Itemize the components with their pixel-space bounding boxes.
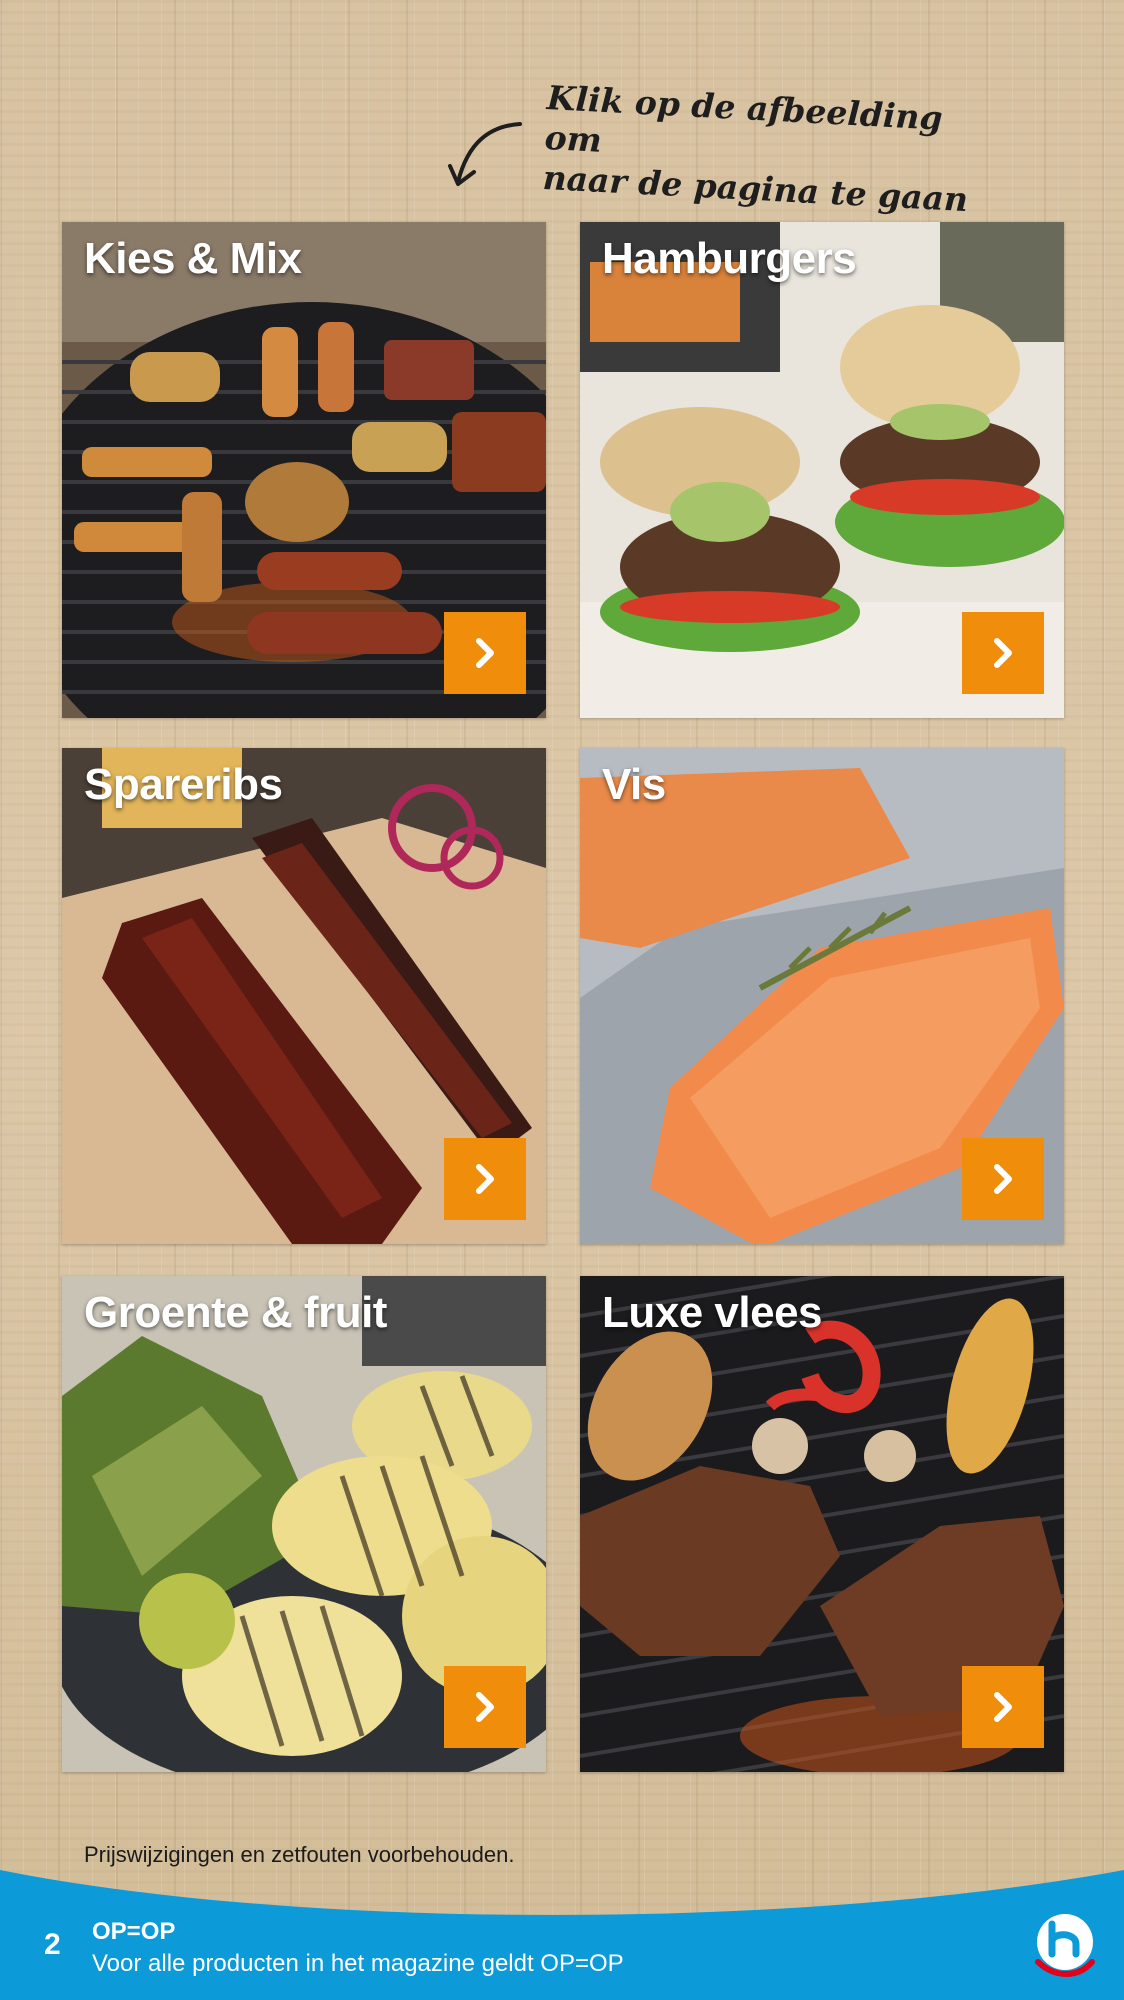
tile-label: Hamburgers <box>602 234 857 283</box>
chevron-right-icon <box>994 638 1012 668</box>
go-button[interactable] <box>962 1666 1044 1748</box>
tile-label: Groente & fruit <box>84 1288 387 1337</box>
tile-vis[interactable]: Vis <box>580 748 1064 1244</box>
tile-label: Kies & Mix <box>84 234 302 283</box>
page-number: 2 <box>44 1928 61 1961</box>
tile-kies-mix[interactable]: Kies & Mix <box>62 222 546 718</box>
tile-label: Luxe vlees <box>602 1288 823 1337</box>
go-button[interactable] <box>444 1666 526 1748</box>
tile-groente-fruit[interactable]: Groente & fruit <box>62 1276 546 1772</box>
go-button[interactable] <box>444 612 526 694</box>
brand-logo-icon <box>1035 1914 1095 1977</box>
chevron-right-icon <box>476 1164 494 1194</box>
tile-spareribs[interactable]: Spareribs <box>62 748 546 1244</box>
instruction-text: Klik op de afbeelding om naar de pagina … <box>542 78 1008 222</box>
chevron-right-icon <box>994 1164 1012 1194</box>
chevron-right-icon <box>994 1692 1012 1722</box>
curved-arrow-icon <box>448 122 522 186</box>
go-button[interactable] <box>962 1138 1044 1220</box>
chevron-right-icon <box>476 1692 494 1722</box>
tile-label: Vis <box>602 760 666 809</box>
go-button[interactable] <box>962 612 1044 694</box>
go-button[interactable] <box>444 1138 526 1220</box>
tile-label: Spareribs <box>84 760 283 809</box>
chevron-right-icon <box>476 638 494 668</box>
tile-hamburgers[interactable]: Hamburgers <box>580 222 1064 718</box>
footer-subtitle: Voor alle producten in het magazine geld… <box>92 1950 624 1977</box>
footer-title: OP=OP <box>92 1918 176 1945</box>
tile-luxe-vlees[interactable]: Luxe vlees <box>580 1276 1064 1772</box>
